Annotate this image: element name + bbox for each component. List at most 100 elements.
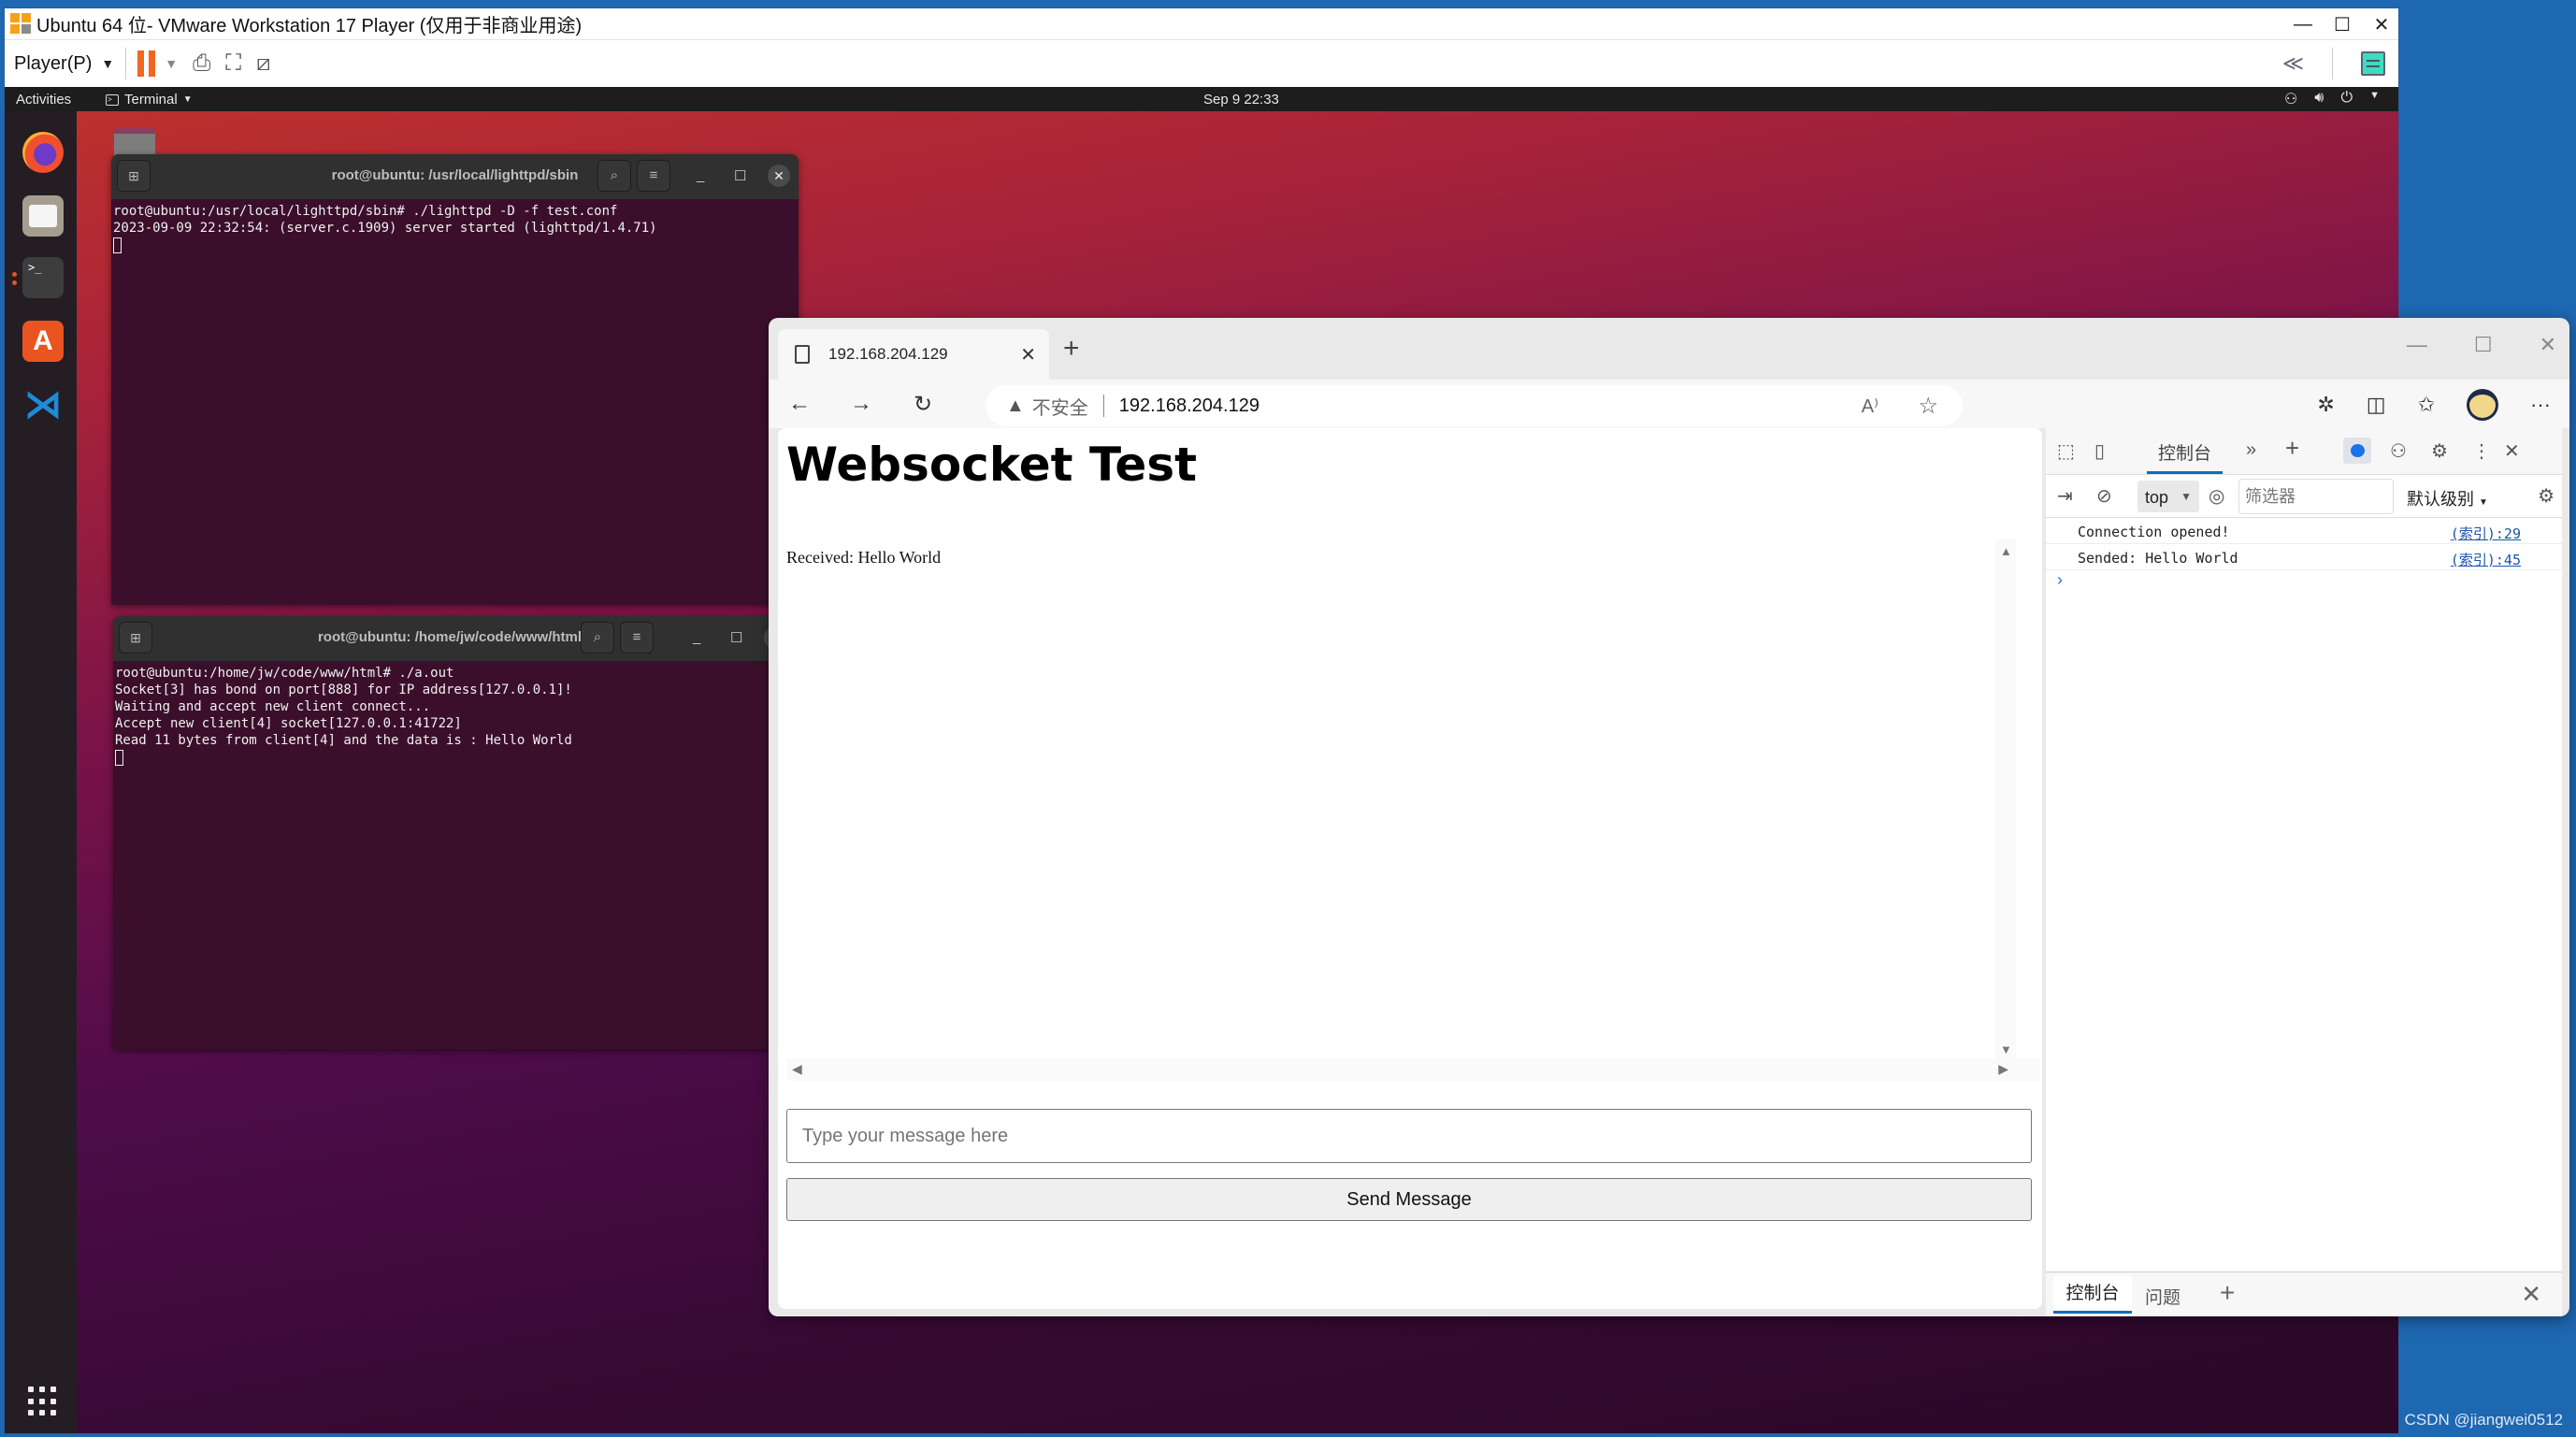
terminal-window[interactable]: ⊞ root@ubuntu: /home/jw/code/www/html ⌕ …: [113, 616, 786, 1049]
terminal-line: root@ubuntu:/usr/local/lighttpd/sbin# ./…: [113, 204, 618, 219]
settings-icon[interactable]: ⚙: [2431, 439, 2448, 463]
terminal-titlebar[interactable]: ⊞ root@ubuntu: /home/jw/code/www/html ⌕ …: [113, 616, 786, 661]
pause-icon[interactable]: [137, 50, 156, 77]
tab-console[interactable]: 控制台: [2146, 439, 2223, 474]
fullscreen-icon[interactable]: ⛶: [225, 50, 241, 77]
running-indicator: [12, 272, 17, 289]
forward-icon[interactable]: →: [830, 391, 892, 417]
back-icon[interactable]: ←: [769, 391, 830, 417]
firefox-icon[interactable]: [22, 132, 64, 173]
browser-tab[interactable]: 192.168.204.129 ✕: [778, 329, 1049, 380]
console-log-row: Sended: Hello World (索引):45: [2046, 544, 2562, 570]
send-ctrl-alt-del-icon[interactable]: ⎙: [193, 50, 210, 77]
refresh-icon[interactable]: ↻: [892, 391, 954, 418]
add-tab-icon[interactable]: +: [2285, 434, 2299, 463]
software-store-icon[interactable]: A: [22, 321, 64, 362]
chevron-down-icon[interactable]: ▼: [165, 56, 178, 71]
chevron-down-icon: ▼: [182, 94, 193, 105]
close-button[interactable]: ✕: [768, 165, 790, 187]
live-expression-icon[interactable]: ◎: [2209, 484, 2224, 508]
log-source-link[interactable]: (索引):45: [2451, 550, 2521, 569]
close-devtools-icon[interactable]: ✕: [2504, 439, 2520, 463]
feedback-icon[interactable]: ⚇: [2390, 439, 2407, 463]
clear-console-icon[interactable]: ⊘: [2096, 484, 2112, 508]
favorites-icon[interactable]: ✩: [2418, 393, 2435, 417]
search-icon[interactable]: ⌕: [581, 622, 614, 654]
terminal-icon[interactable]: >_: [22, 257, 64, 298]
add-drawer-tab-icon[interactable]: +: [2220, 1278, 2235, 1308]
clock[interactable]: Sep 9 22:33: [1203, 92, 1279, 108]
terminal-output[interactable]: root@ubuntu:/usr/local/lighttpd/sbin# ./…: [111, 199, 799, 257]
log-level-value: 默认级别: [2407, 490, 2474, 509]
more-tabs-icon[interactable]: »: [2246, 439, 2256, 461]
unity-mode-icon[interactable]: ⧄: [256, 50, 270, 77]
avatar[interactable]: [2467, 389, 2499, 421]
drawer-tab-issues[interactable]: 问题: [2145, 1284, 2180, 1309]
messages-icon[interactable]: [2343, 438, 2371, 464]
files-icon[interactable]: [22, 195, 64, 237]
favorite-star-icon[interactable]: ☆: [1918, 393, 1938, 420]
messages-area[interactable]: Received: Hello World ▲ ▼ ◀ ▶: [786, 539, 2040, 1081]
activities-button[interactable]: Activities: [16, 92, 71, 108]
new-tab-button[interactable]: +: [1063, 333, 1080, 365]
menu-icon[interactable]: ≡: [637, 160, 670, 192]
horizontal-scrollbar[interactable]: ◀ ▶: [786, 1058, 2040, 1081]
minimize-button[interactable]: _: [693, 629, 700, 645]
terminal-output[interactable]: root@ubuntu:/home/jw/code/www/html# ./a.…: [113, 661, 786, 769]
log-source-link[interactable]: (索引):29: [2451, 524, 2521, 543]
url-text[interactable]: 192.168.204.129: [1119, 395, 1259, 417]
maximize-button[interactable]: ☐: [2474, 333, 2493, 357]
extensions-icon[interactable]: ✲: [2317, 393, 2334, 417]
minimize-button[interactable]: _: [697, 167, 704, 183]
terminal-title: root@ubuntu: /home/jw/code/www/html: [317, 629, 583, 645]
send-message-button[interactable]: Send Message: [786, 1178, 2032, 1221]
scroll-down-icon[interactable]: ▼: [2000, 1042, 2012, 1056]
terminal-title: root@ubuntu: /usr/local/lighttpd/sbin: [331, 167, 579, 183]
terminal-window[interactable]: ⊞ root@ubuntu: /usr/local/lighttpd/sbin …: [111, 154, 799, 605]
maximize-button[interactable]: ☐: [2333, 13, 2352, 36]
drawer-tab-console[interactable]: 控制台: [2053, 1276, 2132, 1314]
terminal-titlebar[interactable]: ⊞ root@ubuntu: /usr/local/lighttpd/sbin …: [111, 154, 799, 199]
divider: [1102, 395, 1104, 417]
notes-icon[interactable]: [2361, 51, 2385, 76]
chevron-down-icon[interactable]: ▼: [101, 56, 114, 71]
close-drawer-icon[interactable]: ✕: [2521, 1280, 2541, 1309]
minimize-button[interactable]: —: [2407, 333, 2427, 357]
console-settings-icon[interactable]: ⚙: [2538, 484, 2554, 508]
scroll-up-icon[interactable]: ▲: [2000, 544, 2012, 558]
scroll-right-icon[interactable]: ▶: [1998, 1061, 2008, 1077]
more-icon[interactable]: ···: [2530, 393, 2551, 417]
console-log-row: Connection opened! (索引):29: [2046, 518, 2562, 544]
warning-icon[interactable]: ▲: [1006, 395, 1025, 417]
address-bar[interactable]: ▲ 不安全 192.168.204.129 A⁾ ☆: [986, 385, 1963, 426]
vscode-icon[interactable]: ⋊: [22, 384, 64, 425]
show-apps-icon[interactable]: [28, 1387, 58, 1416]
insecure-label[interactable]: 不安全: [1032, 393, 1088, 420]
read-aloud-icon[interactable]: A⁾: [1862, 395, 1878, 418]
sidebar-toggle-icon[interactable]: ⇥: [2057, 484, 2073, 508]
minimize-button[interactable]: —: [2294, 14, 2312, 36]
split-screen-icon[interactable]: ◫: [2367, 393, 2386, 417]
menu-icon[interactable]: ≡: [620, 622, 654, 654]
context-select[interactable]: top ▼: [2137, 481, 2199, 512]
filter-input[interactable]: [2238, 479, 2394, 514]
collapse-icon[interactable]: ≪: [2282, 51, 2304, 76]
app-menu[interactable]: > Terminal ▼: [106, 92, 193, 108]
close-tab-icon[interactable]: ✕: [1020, 343, 1036, 366]
system-tray[interactable]: ⚇ 🔊︎ ⏻ ▼: [2284, 90, 2380, 108]
inspect-element-icon[interactable]: ⬚: [2057, 439, 2075, 463]
maximize-button[interactable]: ☐: [730, 629, 742, 646]
more-options-icon[interactable]: ⋮: [2472, 439, 2491, 463]
message-input[interactable]: [786, 1109, 2032, 1163]
device-emulation-icon[interactable]: ▯: [2094, 439, 2105, 463]
terminal-line: Socket[3] has bond on port[888] for IP a…: [115, 683, 572, 697]
console-prompt-icon[interactable]: ›: [2057, 570, 2063, 590]
log-level-select[interactable]: 默认级别 ▼: [2407, 486, 2488, 510]
vertical-scrollbar[interactable]: ▲ ▼: [1995, 539, 2016, 1058]
player-menu[interactable]: Player(P): [14, 53, 92, 75]
scroll-left-icon[interactable]: ◀: [792, 1061, 802, 1077]
close-button[interactable]: ✕: [2540, 333, 2556, 357]
maximize-button[interactable]: ☐: [734, 167, 746, 184]
close-button[interactable]: ✕: [2372, 13, 2391, 36]
search-icon[interactable]: ⌕: [597, 160, 631, 192]
